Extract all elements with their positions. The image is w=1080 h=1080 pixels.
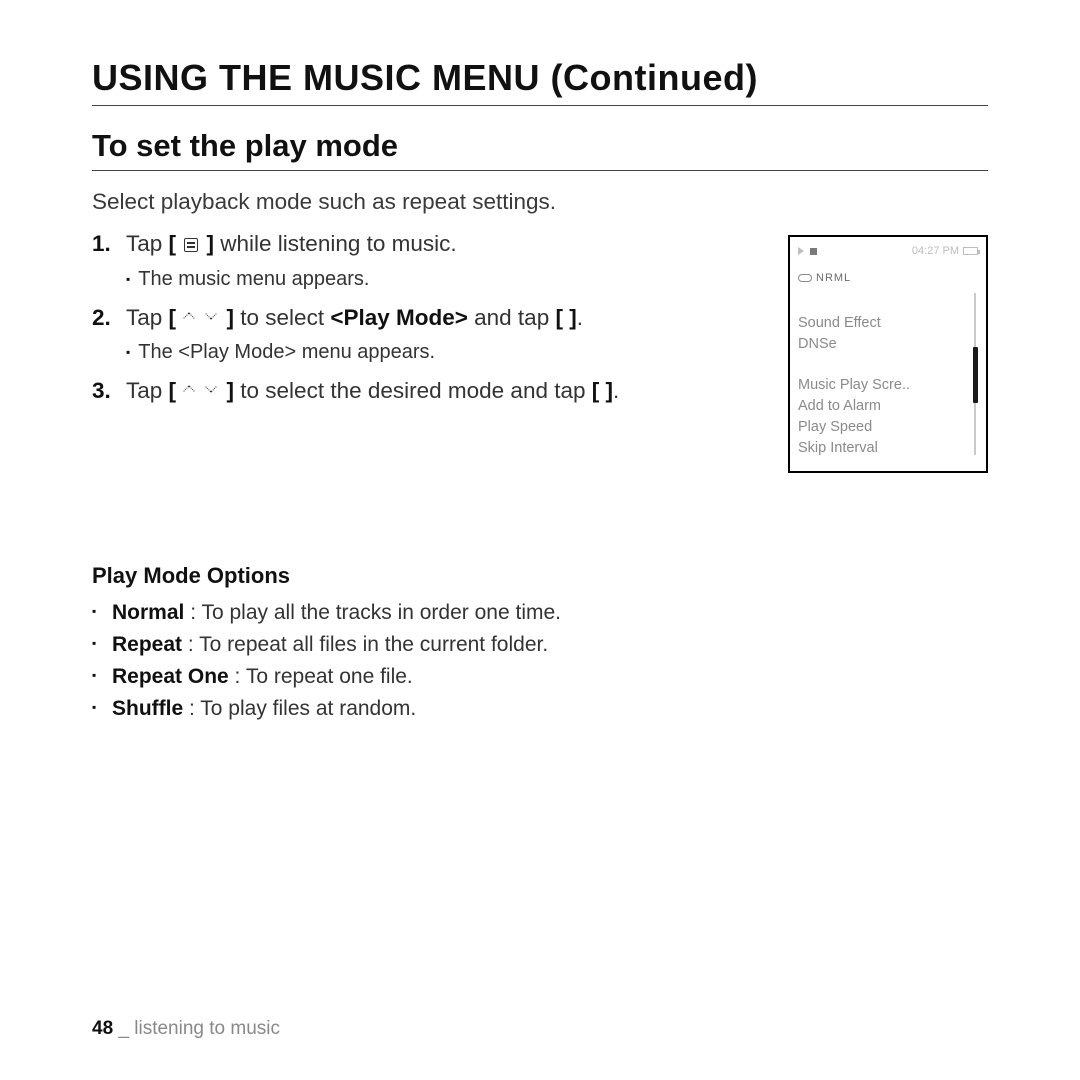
battery-icon [963, 247, 978, 255]
up-down-icon [182, 385, 220, 397]
section-heading: To set the play mode [92, 128, 988, 171]
up-down-icon [182, 312, 220, 324]
step-2-pre: Tap [126, 305, 169, 330]
step-1: Tap [ ] while listening to music. The mu… [92, 229, 760, 292]
step-2: Tap [ ] to select <Play Mode> and tap [ … [92, 303, 760, 366]
device-menu-item: Add to Alarm [798, 396, 964, 417]
footer-sep: _ [113, 1018, 134, 1039]
step-2-sub: The <Play Mode> menu appears. [126, 339, 760, 366]
device-menu-item: Skip Interval [798, 438, 964, 459]
option-repeat: Repeat : To repeat all files in the curr… [92, 633, 988, 657]
option-normal: Normal : To play all the tracks in order… [92, 601, 988, 625]
option-shuffle: Shuffle : To play files at random. [92, 697, 988, 721]
device-mode-label: NRML [816, 272, 851, 284]
step-2-br-close: ] [569, 305, 577, 330]
step-3-mid: to select the desired mode and tap [234, 378, 592, 403]
device-menu-item: Play Speed [798, 417, 964, 438]
intro-text: Select playback mode such as repeat sett… [92, 189, 988, 215]
footer-section: listening to music [134, 1018, 280, 1039]
device-screenshot: 04:27 PM NRML Sound Effect DNSe Music Pl… [788, 235, 988, 473]
step-2-bold: <Play Mode> [330, 305, 468, 330]
device-menu-item: DNSe [798, 334, 964, 355]
step-3-br-open: [ [592, 378, 606, 403]
step-2-end: . [577, 305, 583, 330]
step-2-br-open: [ [555, 305, 569, 330]
menu-button-icon [184, 238, 198, 252]
device-menu-item: Sound Effect [798, 313, 964, 334]
step-1-sub: The music menu appears. [126, 266, 760, 293]
step-3: Tap [ ] to select the desired mode and t… [92, 376, 760, 406]
option-repeat-one: Repeat One : To repeat one file. [92, 665, 988, 689]
repeat-pill-icon [798, 274, 812, 282]
step-2-mid1: to select [234, 305, 330, 330]
page-footer: 48 _ listening to music [92, 1018, 280, 1040]
options-title: Play Mode Options [92, 563, 988, 589]
page-number: 48 [92, 1018, 113, 1039]
step-1-post: while listening to music. [214, 231, 457, 256]
stop-icon [810, 248, 817, 255]
device-time: 04:27 PM [912, 245, 959, 257]
play-icon [798, 247, 804, 255]
page-heading: USING THE MUSIC MENU (Continued) [92, 56, 988, 106]
step-3-pre: Tap [126, 378, 169, 403]
device-menu-item: Music Play Scre.. [798, 375, 964, 396]
step-3-end: . [613, 378, 619, 403]
step-2-mid2: and tap [468, 305, 556, 330]
scrollbar-thumb [973, 347, 978, 403]
step-1-pre: Tap [126, 231, 169, 256]
step-3-br-close: ] [606, 378, 614, 403]
